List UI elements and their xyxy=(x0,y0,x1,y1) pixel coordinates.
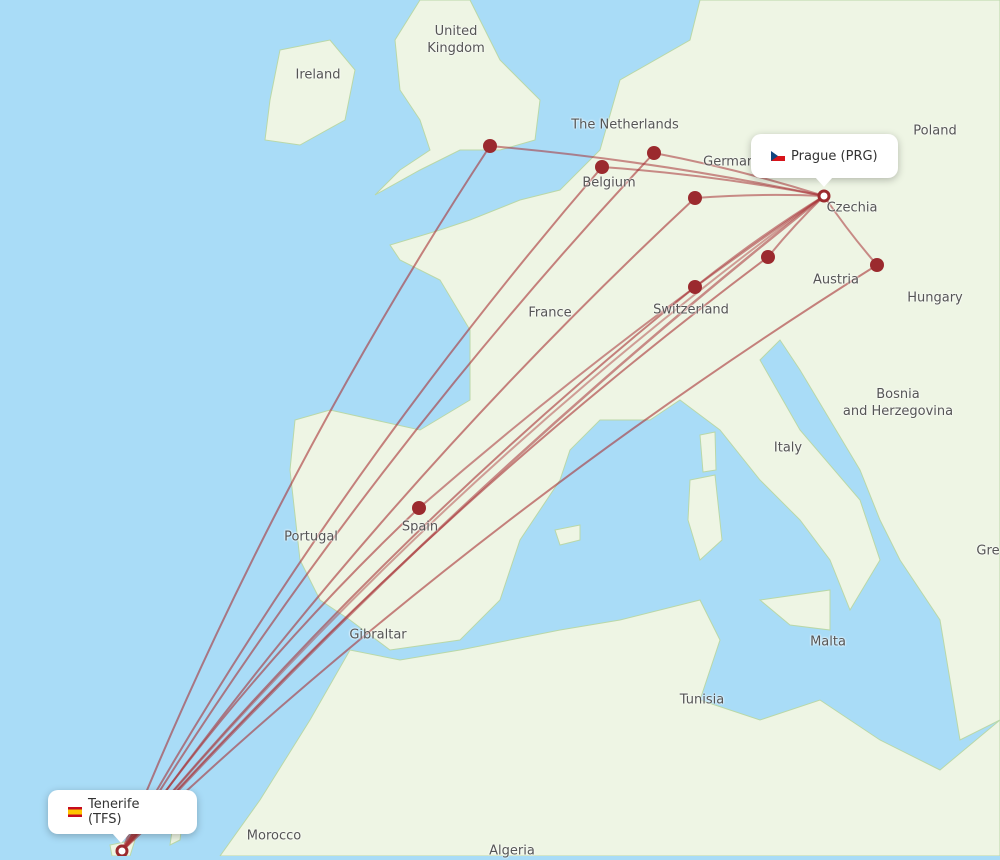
stopover-airport-marker[interactable] xyxy=(647,146,661,160)
es-flag-icon xyxy=(68,807,82,817)
origin-popup[interactable]: Prague (PRG) xyxy=(751,134,898,187)
stopover-airport-marker[interactable] xyxy=(412,501,426,515)
label-morocco: Morocco xyxy=(246,828,302,844)
label-hungary: Hungary xyxy=(907,290,963,306)
stopover-airport-marker[interactable] xyxy=(595,160,609,174)
label-bosnia: Bosnia and Herzegovina xyxy=(842,387,954,419)
label-austria: Austria xyxy=(813,272,859,288)
label-gibraltar: Gibraltar xyxy=(349,627,407,643)
land-sicily xyxy=(758,589,831,631)
land-ireland xyxy=(264,39,356,146)
tfs-airport-marker xyxy=(115,844,129,856)
label-spain: Spain xyxy=(401,519,439,535)
cz-flag-icon xyxy=(771,151,785,161)
stopover-airport-marker[interactable] xyxy=(483,139,497,153)
label-switzerland: Switzerland xyxy=(653,302,729,318)
destination-label: Tenerife (TFS) xyxy=(87,797,140,827)
label-tunisia: Tunisia xyxy=(679,692,725,708)
land-sardinia xyxy=(687,474,723,561)
label-greece: Gre xyxy=(976,543,1000,559)
origin-label: Prague (PRG) xyxy=(791,148,878,164)
label-united-kingdom: United Kingdom xyxy=(427,24,485,56)
land-corsica xyxy=(699,431,717,473)
label-belgium: Belgium xyxy=(582,175,636,191)
land-mallorca xyxy=(554,524,581,546)
destination-popup[interactable]: Tenerife (TFS) xyxy=(48,790,197,843)
land-africa xyxy=(219,599,1000,856)
stopover-airport-marker[interactable] xyxy=(870,258,884,272)
stopover-airport-marker[interactable] xyxy=(688,280,702,294)
label-malta: Malta xyxy=(810,634,846,650)
stopover-airport-marker[interactable] xyxy=(688,191,702,205)
label-france: France xyxy=(528,305,572,321)
label-portugal: Portugal xyxy=(284,529,338,545)
route-map[interactable] xyxy=(0,0,1000,856)
label-algeria: Algeria xyxy=(489,843,535,859)
label-czechia: Czechia xyxy=(826,200,878,216)
label-netherlands: The Netherlands xyxy=(571,117,679,133)
label-ireland: Ireland xyxy=(295,67,341,83)
label-poland: Poland xyxy=(913,123,957,139)
stopover-airport-marker[interactable] xyxy=(761,250,775,264)
label-italy: Italy xyxy=(773,440,803,456)
